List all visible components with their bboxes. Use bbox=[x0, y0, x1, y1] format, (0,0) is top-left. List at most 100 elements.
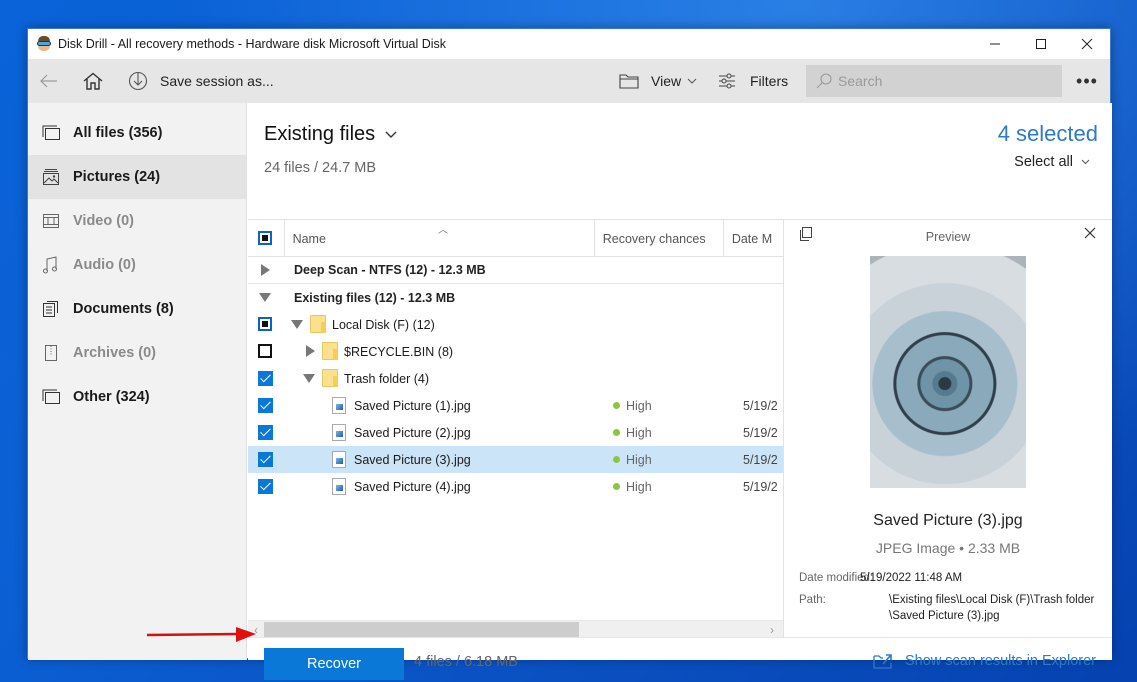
folder-icon bbox=[310, 315, 326, 333]
view-button[interactable]: View bbox=[619, 59, 697, 103]
source-dropdown[interactable]: Existing files bbox=[264, 123, 397, 146]
back-button[interactable] bbox=[40, 59, 58, 103]
search-box[interactable] bbox=[806, 65, 1062, 97]
select-all-checkbox-cell bbox=[248, 220, 285, 257]
other-icon bbox=[42, 388, 60, 406]
select-all-label: Select all bbox=[1014, 154, 1073, 170]
minimize-button[interactable] bbox=[972, 29, 1018, 59]
expand-icon[interactable] bbox=[261, 264, 270, 276]
row-checkbox[interactable] bbox=[258, 479, 273, 494]
save-session-button[interactable]: Save session as... bbox=[128, 59, 274, 103]
sidebar-item-label: Pictures (24) bbox=[73, 169, 161, 185]
row-checkbox[interactable] bbox=[258, 398, 273, 413]
more-options-button[interactable]: ••• bbox=[1074, 59, 1100, 103]
table-row-folder[interactable]: Local Disk (F) (12) bbox=[248, 311, 783, 338]
jpg-file-icon bbox=[332, 478, 346, 495]
path-label: Path: bbox=[799, 594, 826, 606]
chevron-down-icon bbox=[687, 78, 697, 84]
collapse-icon[interactable] bbox=[259, 293, 271, 302]
sidebar-item-label: Audio (0) bbox=[73, 257, 136, 273]
home-icon bbox=[83, 72, 103, 90]
sidebar-item-label: Video (0) bbox=[73, 213, 134, 229]
scrollbar-thumb[interactable] bbox=[264, 622, 579, 638]
video-icon bbox=[42, 212, 60, 230]
table-row-file[interactable]: Saved Picture (1).jpg High 5/19/2 bbox=[248, 392, 783, 419]
table-row-file[interactable]: Saved Picture (4).jpg High 5/19/2 bbox=[248, 473, 783, 500]
sidebar-item-documents[interactable]: Documents (8) bbox=[28, 287, 246, 331]
row-checkbox[interactable] bbox=[258, 425, 273, 440]
collapse-icon[interactable] bbox=[303, 374, 315, 383]
sidebar-item-video[interactable]: Video (0) bbox=[28, 199, 246, 243]
disk-drill-logo-icon bbox=[36, 36, 52, 52]
sidebar-item-audio[interactable]: Audio (0) bbox=[28, 243, 246, 287]
recovery-status-dot bbox=[613, 483, 620, 490]
table-row-folder[interactable]: Trash folder (4) bbox=[248, 365, 783, 392]
recovery-status-dot bbox=[613, 429, 620, 436]
sidebar-item-all-files[interactable]: All files (356) bbox=[28, 111, 246, 155]
close-icon bbox=[1084, 227, 1096, 239]
toolbar: Save session as... View Filters ••• bbox=[28, 59, 1110, 103]
filters-icon bbox=[719, 73, 735, 89]
open-external-icon bbox=[873, 654, 892, 669]
view-label: View bbox=[651, 73, 682, 89]
jpg-file-icon bbox=[332, 397, 346, 414]
path-value-line1: \Existing files\Local Disk (F)\Trash fol… bbox=[889, 594, 1095, 606]
close-icon bbox=[1081, 38, 1093, 50]
maximize-button[interactable] bbox=[1018, 29, 1064, 59]
chevron-down-icon bbox=[1081, 159, 1090, 165]
sidebar-item-other[interactable]: Other (324) bbox=[28, 375, 246, 419]
sidebar-item-label: Archives (0) bbox=[73, 345, 157, 361]
jpg-file-icon bbox=[332, 451, 346, 468]
row-checkbox[interactable] bbox=[258, 344, 272, 358]
sidebar-item-archives[interactable]: Archives (0) bbox=[28, 331, 246, 375]
home-button[interactable] bbox=[83, 59, 103, 103]
search-icon bbox=[816, 73, 832, 89]
date-modified-value: 5/19/2022 11:48 AM bbox=[860, 572, 963, 584]
recovery-status-dot bbox=[613, 456, 620, 463]
table-header: Name ︿ Recovery chances Date M bbox=[248, 220, 783, 257]
close-window-button[interactable] bbox=[1064, 29, 1110, 59]
sort-ascending-icon: ︿ bbox=[438, 225, 448, 236]
sidebar-item-pictures[interactable]: Pictures (24) bbox=[28, 155, 246, 199]
table-row-group[interactable]: Deep Scan - NTFS (12) - 12.3 MB bbox=[248, 257, 783, 284]
maximize-icon bbox=[1036, 39, 1046, 49]
table-row-folder[interactable]: $RECYCLE.BIN (8) bbox=[248, 338, 783, 365]
row-checkbox[interactable] bbox=[258, 452, 273, 467]
horizontal-scrollbar[interactable]: ‹ › bbox=[248, 620, 783, 638]
title-bar: Disk Drill - All recovery methods - Hard… bbox=[28, 29, 1110, 59]
preview-title: Preview bbox=[925, 230, 971, 244]
header-checkbox[interactable] bbox=[258, 231, 272, 245]
row-checkbox[interactable] bbox=[258, 371, 273, 386]
sidebar-item-label: All files (356) bbox=[73, 125, 163, 141]
column-header-date[interactable]: Date M bbox=[724, 220, 783, 257]
documents-icon bbox=[42, 300, 60, 318]
chevron-down-icon bbox=[385, 131, 397, 138]
folder-icon bbox=[322, 369, 338, 387]
download-icon bbox=[128, 71, 148, 91]
table-row-group[interactable]: Existing files (12) - 12.3 MB bbox=[248, 284, 783, 311]
search-input[interactable] bbox=[838, 73, 1038, 89]
close-preview-button[interactable] bbox=[1084, 226, 1096, 244]
collapse-icon[interactable] bbox=[291, 320, 303, 329]
table-row-file-selected[interactable]: Saved Picture (3).jpg High 5/19/2 bbox=[248, 446, 783, 473]
table-row-file[interactable]: Saved Picture (2).jpg High 5/19/2 bbox=[248, 419, 783, 446]
page-title: Existing files bbox=[264, 123, 376, 145]
path-value-line2: \Saved Picture (3).jpg bbox=[889, 610, 1000, 622]
filters-button[interactable]: Filters bbox=[718, 59, 788, 103]
column-header-recovery[interactable]: Recovery chances bbox=[595, 220, 724, 257]
show-in-explorer-link[interactable]: Show scan results in Explorer bbox=[873, 653, 1096, 669]
select-all-dropdown[interactable]: Select all bbox=[1014, 154, 1090, 170]
sidebar-item-label: Other (324) bbox=[73, 389, 150, 405]
filters-label: Filters bbox=[750, 73, 789, 89]
preview-image bbox=[870, 256, 1026, 488]
expand-icon[interactable] bbox=[306, 345, 315, 357]
preview-panel: Preview Saved Picture (3).jpg JPEG Image… bbox=[783, 219, 1112, 637]
sidebar: All files (356) Pictures (24) Video (0) … bbox=[28, 103, 247, 660]
file-table: Name ︿ Recovery chances Date M Deep Scan… bbox=[248, 219, 783, 639]
recover-button[interactable]: Recover bbox=[264, 648, 404, 680]
annotation-arrow-icon bbox=[146, 627, 256, 642]
footer-divider bbox=[248, 637, 1112, 638]
save-session-label: Save session as... bbox=[160, 73, 274, 89]
row-checkbox[interactable] bbox=[258, 317, 272, 331]
preview-file-type: JPEG Image • 2.33 MB bbox=[875, 540, 1021, 556]
